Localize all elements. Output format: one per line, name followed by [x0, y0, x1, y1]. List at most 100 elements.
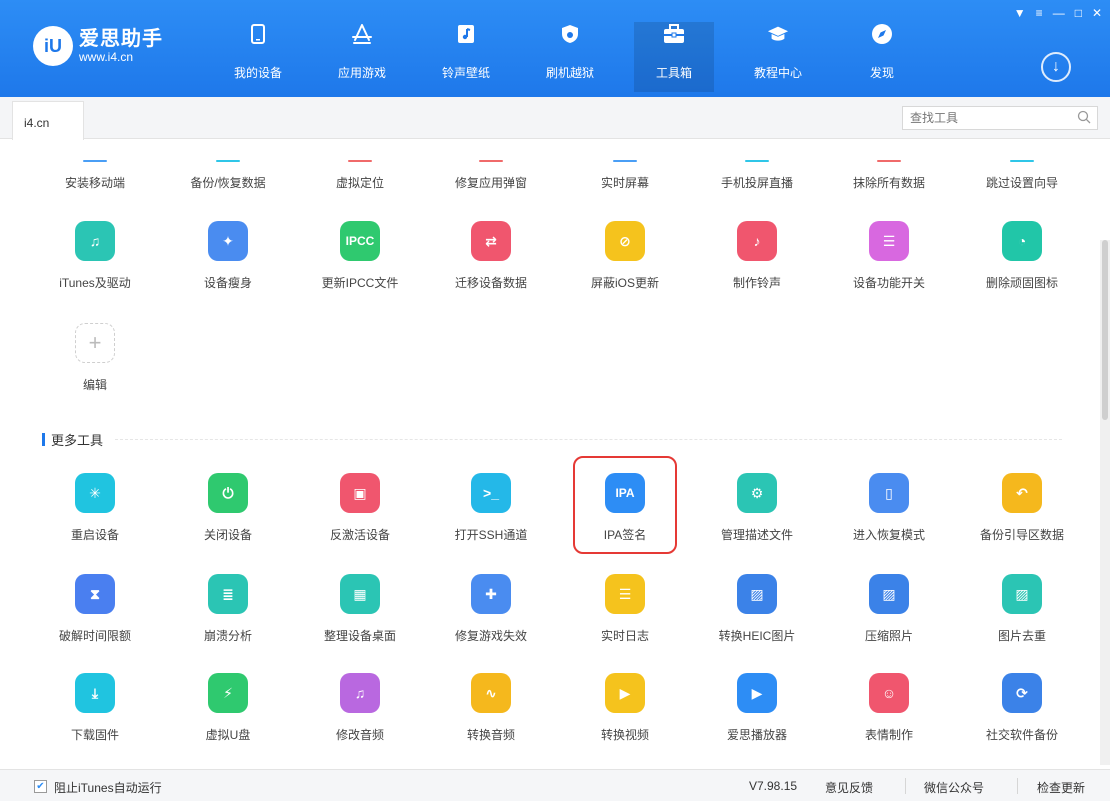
tab-bar: i4.cn	[0, 97, 1110, 140]
close-icon[interactable]: ✕	[1092, 6, 1102, 20]
minimize-icon[interactable]: —	[1053, 6, 1065, 20]
ipa-sign-highlight	[573, 456, 677, 554]
nav-apps-games[interactable]: 应用游戏	[322, 22, 402, 92]
app-header: iU 爱思助手 www.i4.cn 我的设备 应用游戏 铃声壁纸 刷机越狱 工具…	[0, 0, 1110, 97]
tool-item[interactable]: ☰ 设备功能开关	[824, 221, 954, 291]
divider	[1017, 778, 1018, 794]
tool-item[interactable]: ▶ 转换视频	[560, 673, 690, 743]
nav-my-device[interactable]: 我的设备	[218, 22, 298, 92]
tool-item[interactable]: ✦ 设备瘦身	[163, 221, 293, 291]
tool-item[interactable]: ∿ 转换音频	[426, 673, 556, 743]
plus-icon: +	[75, 323, 115, 363]
tool-item[interactable]: 虚拟定位	[295, 160, 425, 191]
tool-label: 社交软件备份	[985, 728, 1058, 742]
tool-label: 手机投屏直播	[720, 176, 793, 190]
search-icon[interactable]	[1077, 110, 1091, 124]
nav-discover[interactable]: 发现	[842, 22, 922, 92]
tool-item[interactable]: ⤓ 下载固件	[30, 673, 160, 743]
tool-item[interactable]: ☺ 表情制作	[824, 673, 954, 743]
wechat-link[interactable]: 微信公众号	[924, 779, 984, 796]
shield-icon	[559, 22, 581, 46]
search-input[interactable]	[903, 107, 1063, 129]
nav-toolbox[interactable]: 工具箱	[634, 22, 714, 92]
tool-item[interactable]: ✚ 修复游戏失效	[426, 574, 556, 644]
tab-i4[interactable]: i4.cn	[12, 101, 84, 140]
maximize-icon[interactable]: □	[1075, 6, 1082, 20]
tool-icon: ▦	[340, 574, 380, 614]
tool-label: 关闭设备	[203, 528, 252, 542]
menu-icon[interactable]: ≡	[1036, 6, 1043, 20]
tool-item[interactable]: >_ 打开SSH通道	[426, 473, 556, 543]
tool-item[interactable]: ⚡ 虚拟U盘	[163, 673, 293, 743]
tool-icon: ↶	[1002, 473, 1042, 513]
tool-item[interactable]: ☰ 实时日志	[560, 574, 690, 644]
logo-icon: iU	[33, 26, 73, 66]
tool-item[interactable]: 手机投屏直播	[692, 160, 822, 191]
tool-item[interactable]: 实时屏幕	[560, 160, 690, 191]
feedback-link[interactable]: 意见反馈	[825, 779, 873, 796]
tool-label: 图片去重	[997, 629, 1046, 643]
shirt-icon[interactable]: ▼	[1014, 6, 1026, 20]
scrollbar[interactable]	[1100, 240, 1110, 765]
edit-tools-button[interactable]: + 编辑	[30, 323, 160, 393]
block-itunes-checkbox[interactable]: ✔	[34, 780, 47, 793]
tool-icon: ▣	[340, 473, 380, 513]
tool-icon: ☰	[869, 221, 909, 261]
tool-item[interactable]: ◔ 删除顽固图标	[957, 221, 1087, 291]
tool-icon: ▨	[737, 574, 777, 614]
tool-item[interactable]: ⏻ 关闭设备	[163, 473, 293, 543]
tool-item[interactable]: ≣ 崩溃分析	[163, 574, 293, 644]
tool-item[interactable]: ♪ 制作铃声	[692, 221, 822, 291]
check-update-link[interactable]: 检查更新	[1037, 779, 1085, 796]
tool-item[interactable]: ▨ 压缩照片	[824, 574, 954, 644]
toolbox-icon	[663, 22, 685, 46]
nav-ringtones-wallpapers[interactable]: 铃声壁纸	[426, 22, 506, 92]
tool-item[interactable]: ⧗ 破解时间限额	[30, 574, 160, 644]
tool-icon: ⏻	[208, 473, 248, 513]
scrollbar-thumb[interactable]	[1102, 240, 1108, 420]
search-box[interactable]	[902, 106, 1098, 130]
tool-item[interactable]: ✳ 重启设备	[30, 473, 160, 543]
version-label: V7.98.15	[749, 779, 798, 793]
tool-item[interactable]: ▶ 爱思播放器	[692, 673, 822, 743]
app-name: 爱思助手	[79, 28, 163, 50]
tool-label: 爱思播放器	[726, 728, 787, 742]
tool-item[interactable]: ▨ 图片去重	[957, 574, 1087, 644]
toolbox-content: 安装移动端 备份/恢复数据 虚拟定位 修复应用弹窗 实时屏幕 手机投屏直播 抹除所有数据 跳过…	[0, 140, 1110, 767]
tool-label: 编辑	[82, 378, 107, 392]
tool-item[interactable]: ♫ iTunes及驱动	[30, 221, 160, 291]
tool-item[interactable]: ↶ 备份引导区数据	[957, 473, 1087, 543]
tool-item[interactable]: ⇄ 迁移设备数据	[426, 221, 556, 291]
divider	[115, 439, 1062, 440]
tool-item[interactable]: ♫ 修改音频	[295, 673, 425, 743]
tool-icon-edge	[1010, 160, 1034, 162]
tool-icon: ⧗	[75, 574, 115, 614]
tool-item[interactable]: ▯ 进入恢复模式	[824, 473, 954, 543]
tool-item[interactable]: ⚙ 管理描述文件	[692, 473, 822, 543]
nav-flash-jailbreak[interactable]: 刷机越狱	[530, 22, 610, 92]
tool-label: 打开SSH通道	[454, 528, 528, 542]
tool-item[interactable]: ▦ 整理设备桌面	[295, 574, 425, 644]
tool-label: 虚拟U盘	[205, 728, 251, 742]
tool-item[interactable]: 备份/恢复数据	[163, 160, 293, 191]
tool-icon: ◔	[1002, 221, 1042, 261]
nav-tutorials[interactable]: 教程中心	[738, 22, 818, 92]
download-manager-button[interactable]: ↓	[1041, 52, 1071, 82]
status-bar: ✔ 阻止iTunes自动运行 V7.98.15 意见反馈 微信公众号 检查更新	[0, 769, 1110, 801]
tool-item[interactable]: ▨ 转换HEIC图片	[692, 574, 822, 644]
tool-icon: ♫	[340, 673, 380, 713]
tool-item[interactable]: 修复应用弹窗	[426, 160, 556, 191]
phone-icon	[247, 22, 269, 46]
tool-item[interactable]: 抹除所有数据	[824, 160, 954, 191]
tool-icon: ✚	[471, 574, 511, 614]
tool-item[interactable]: ⟳ 社交软件备份	[957, 673, 1087, 743]
tool-item[interactable]: IPCC 更新IPCC文件	[295, 221, 425, 291]
tool-icon: ♪	[737, 221, 777, 261]
block-itunes-label[interactable]: 阻止iTunes自动运行	[54, 779, 162, 796]
tool-icon: ⚡	[208, 673, 248, 713]
tool-item[interactable]: ▣ 反激活设备	[295, 473, 425, 543]
tool-item[interactable]: 安装移动端	[30, 160, 160, 191]
tool-icon: ▶	[605, 673, 645, 713]
tool-item[interactable]: 跳过设置向导	[957, 160, 1087, 191]
tool-item[interactable]: ⊘ 屏蔽iOS更新	[560, 221, 690, 291]
